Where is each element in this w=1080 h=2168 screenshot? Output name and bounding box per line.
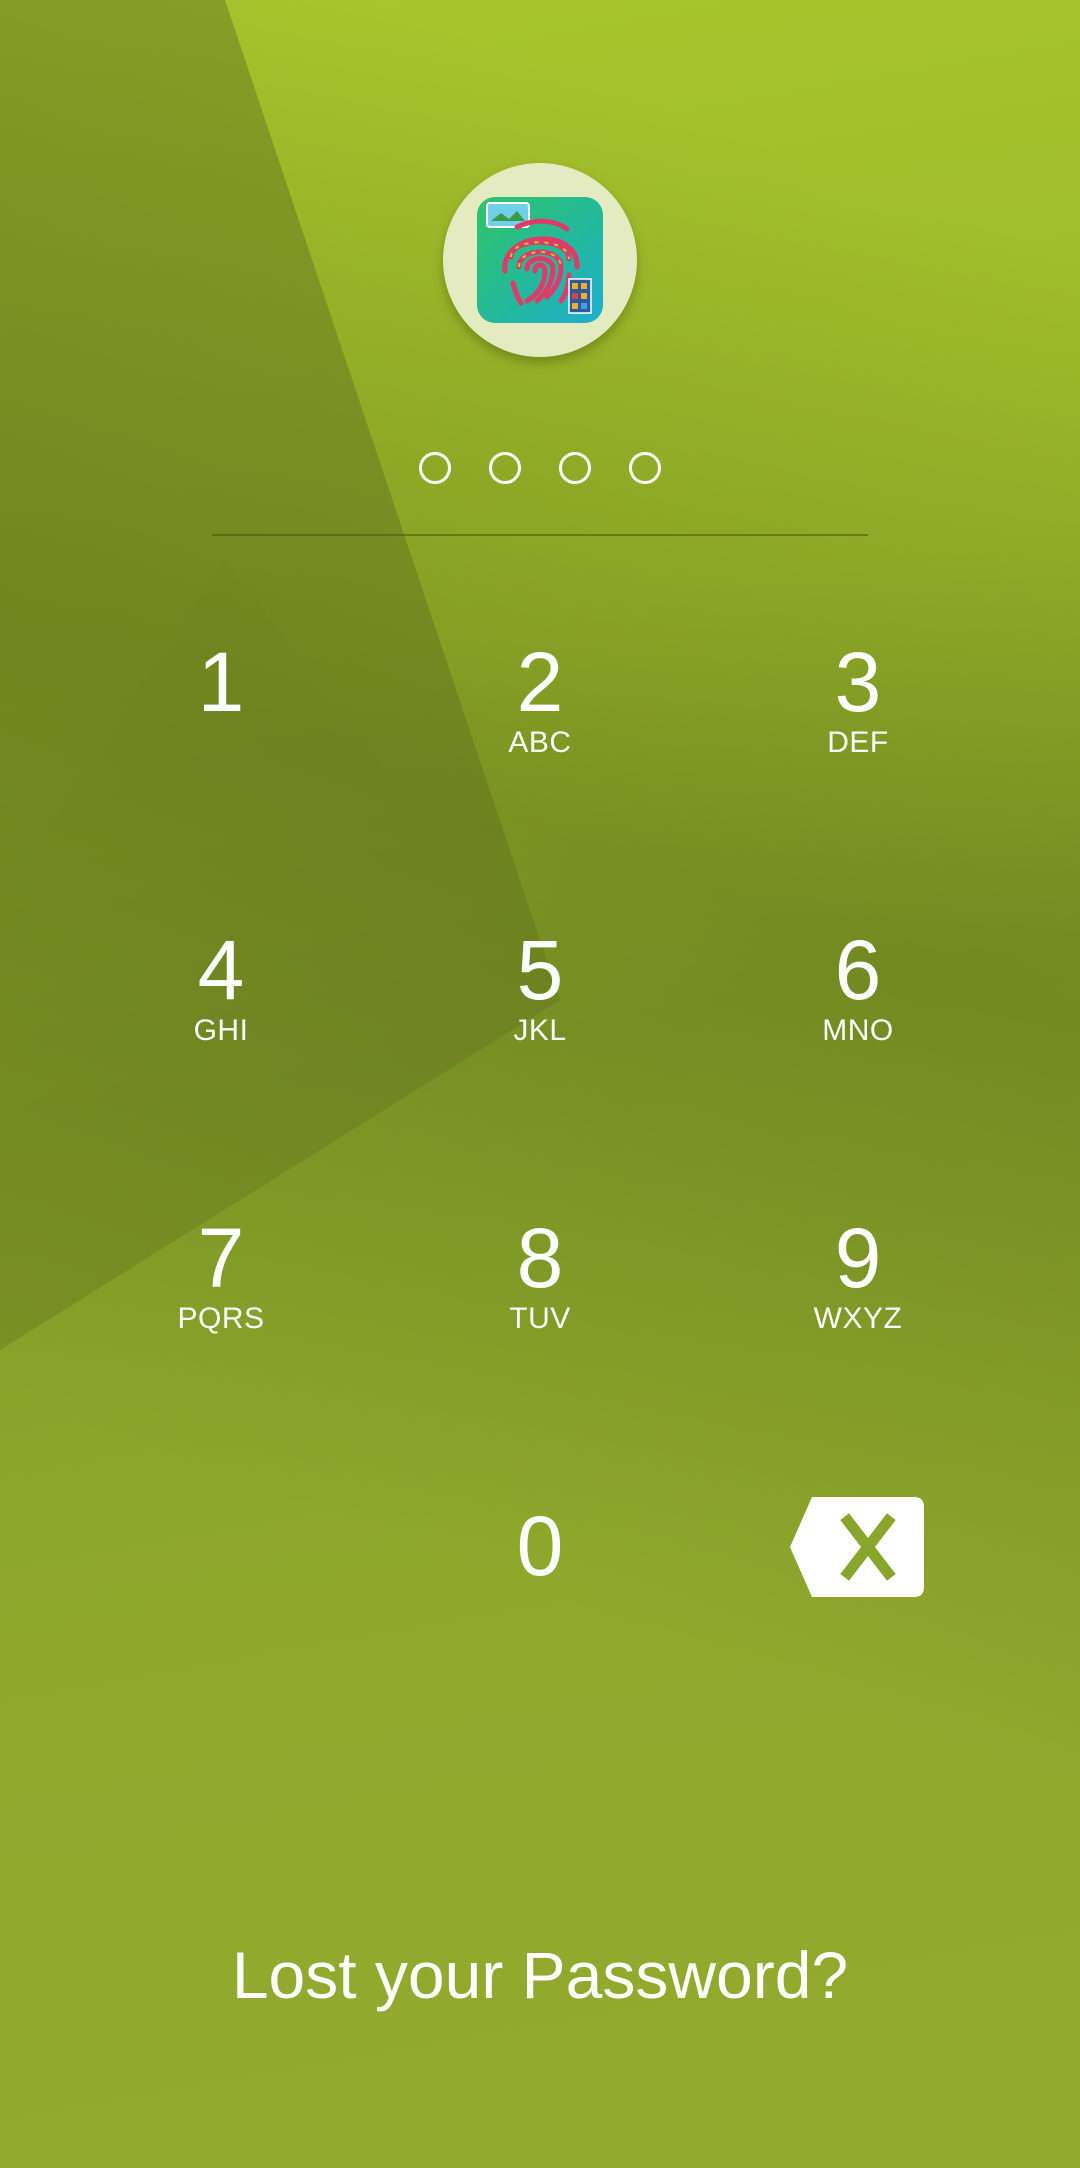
key-digit: 7 xyxy=(197,1211,245,1305)
key-7[interactable]: 7 PQRS xyxy=(71,1176,371,1396)
key-digit: 3 xyxy=(834,635,882,729)
key-8[interactable]: 8 TUV xyxy=(390,1176,690,1396)
app-icon-badge xyxy=(443,163,637,357)
key-letters: GHI xyxy=(193,1014,249,1047)
key-digit: 1 xyxy=(197,635,245,729)
backspace-button[interactable] xyxy=(790,1497,924,1597)
key-letters: PQRS xyxy=(177,1302,265,1335)
key-letters: JKL xyxy=(513,1014,567,1047)
key-letters: MNO xyxy=(822,1014,894,1047)
key-digit: 2 xyxy=(516,635,564,729)
key-digit: 5 xyxy=(516,923,564,1017)
key-letters: TUV xyxy=(509,1302,571,1335)
lost-password-link[interactable]: Lost your Password? xyxy=(0,1935,1080,2015)
pin-indicator xyxy=(0,452,1080,484)
key-3[interactable]: 3 DEF xyxy=(708,600,1008,820)
pin-dot xyxy=(629,452,661,484)
key-4[interactable]: 4 GHI xyxy=(71,888,371,1108)
key-digit: 0 xyxy=(516,1499,564,1593)
key-2[interactable]: 2 ABC xyxy=(390,600,690,820)
key-1[interactable]: 1 xyxy=(71,600,371,820)
key-0[interactable]: 0 xyxy=(390,1464,690,1684)
fingerprint-icon xyxy=(477,197,603,323)
backspace-icon xyxy=(790,1497,924,1597)
key-9[interactable]: 9 WXYZ xyxy=(708,1176,1008,1396)
key-digit: 6 xyxy=(834,923,882,1017)
key-5[interactable]: 5 JKL xyxy=(390,888,690,1108)
key-letters: ABC xyxy=(508,726,572,759)
divider xyxy=(212,534,868,536)
pin-dot xyxy=(419,452,451,484)
key-digit: 8 xyxy=(516,1211,564,1305)
pin-dot xyxy=(489,452,521,484)
key-6[interactable]: 6 MNO xyxy=(708,888,1008,1108)
key-digit: 9 xyxy=(834,1211,882,1305)
key-digit: 4 xyxy=(197,923,245,1017)
key-letters: WXYZ xyxy=(813,1302,903,1335)
key-letters: DEF xyxy=(827,726,889,759)
pin-dot xyxy=(559,452,591,484)
lock-screen: 1 2 ABC 3 DEF 4 GHI 5 JKL 6 MNO 7 PQRS 8 xyxy=(0,0,1080,2168)
